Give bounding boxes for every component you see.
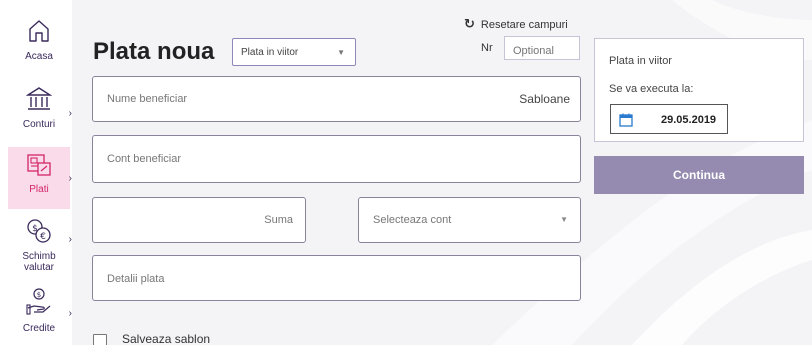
svg-text:$: $ bbox=[37, 291, 41, 299]
save-template-checkbox[interactable] bbox=[93, 334, 107, 345]
execution-date-value: 29.05.2019 bbox=[661, 114, 717, 126]
sidebar-item-label: Acasa bbox=[25, 51, 53, 62]
beneficiary-account-field[interactable]: Cont beneficiar bbox=[92, 135, 581, 183]
select-account-placeholder: Selecteaza cont bbox=[373, 214, 452, 226]
chevron-right-icon: › bbox=[68, 234, 72, 245]
beneficiary-name-placeholder: Nume beneficiar bbox=[107, 93, 188, 105]
reset-fields-button[interactable]: ↻ Resetare campuri bbox=[464, 16, 568, 32]
calendar-icon bbox=[619, 113, 633, 132]
execution-date-picker[interactable]: 29.05.2019 bbox=[610, 104, 728, 134]
payment-details-placeholder: Detalii plata bbox=[107, 273, 165, 285]
chevron-right-icon: › bbox=[68, 308, 72, 319]
continue-button[interactable]: Continua bbox=[594, 156, 804, 194]
schedule-panel: Plata in viitor Se va executa la: 29.05.… bbox=[594, 38, 804, 142]
chevron-right-icon: › bbox=[68, 173, 72, 184]
loan-hand-icon: $ bbox=[8, 288, 70, 319]
svg-text:€: € bbox=[40, 232, 46, 242]
page-title: Plata noua bbox=[93, 38, 215, 65]
payment-type-select[interactable]: Plata in viitor ▼ bbox=[232, 38, 356, 66]
templates-link[interactable]: Sabloane bbox=[519, 92, 570, 106]
nr-input[interactable] bbox=[504, 36, 580, 60]
payments-icon bbox=[8, 153, 70, 180]
chevron-down-icon: ▼ bbox=[560, 215, 568, 224]
select-account-dropdown[interactable]: Selecteaza cont ▼ bbox=[358, 197, 581, 243]
sidebar-item-label: Plati bbox=[29, 184, 49, 195]
amount-field[interactable]: Suma bbox=[92, 197, 306, 243]
sidebar-item-schimb-valutar[interactable]: $ € › Schimb valutar bbox=[8, 218, 72, 282]
bank-icon bbox=[8, 86, 70, 115]
save-template-label: Salveaza sablon bbox=[122, 332, 211, 345]
home-icon bbox=[8, 18, 70, 47]
sidebar-item-conturi[interactable]: › Conturi bbox=[8, 86, 72, 142]
beneficiary-account-placeholder: Cont beneficiar bbox=[107, 153, 181, 165]
sidebar-item-credite[interactable]: $ › Credite bbox=[8, 288, 72, 344]
nr-label: Nr bbox=[481, 42, 493, 54]
amount-placeholder: Suma bbox=[264, 214, 293, 226]
currency-exchange-icon: $ € bbox=[8, 218, 70, 247]
schedule-title: Plata in viitor bbox=[609, 55, 672, 67]
sidebar-item-label: Credite bbox=[22, 323, 56, 334]
payment-type-value: Plata in viitor bbox=[241, 47, 299, 58]
sidebar-nav: Acasa › Conturi › Plati $ € › Schimb valu… bbox=[0, 0, 72, 345]
beneficiary-name-field[interactable]: Nume beneficiar Sabloane bbox=[92, 76, 581, 122]
payment-details-field[interactable]: Detalii plata bbox=[92, 255, 581, 301]
sidebar-item-plati[interactable]: › Plati bbox=[8, 147, 72, 209]
execute-date-label: Se va executa la: bbox=[609, 83, 694, 95]
refresh-icon: ↻ bbox=[464, 16, 475, 31]
reset-fields-label: Resetare campuri bbox=[480, 19, 568, 31]
sidebar-item-label: Schimb valutar bbox=[22, 251, 56, 273]
sidebar-item-acasa[interactable]: Acasa bbox=[8, 18, 70, 78]
chevron-right-icon: › bbox=[68, 108, 72, 119]
sidebar-item-label: Conturi bbox=[22, 119, 56, 130]
chevron-down-icon: ▼ bbox=[337, 48, 345, 57]
